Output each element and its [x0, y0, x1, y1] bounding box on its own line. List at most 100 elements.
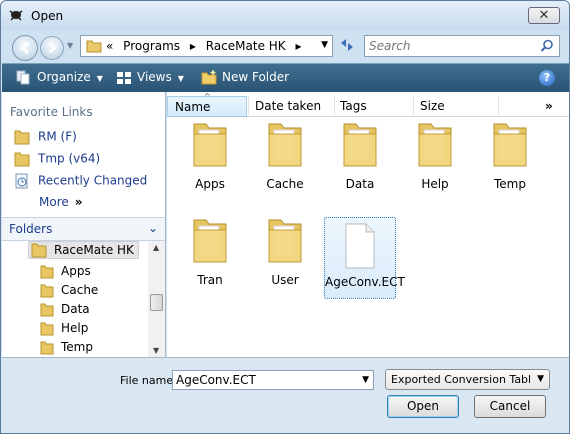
file-list-pane: ^ Name Date taken Tags Size » Apps Cache…: [167, 92, 569, 357]
file-item-user[interactable]: User: [249, 216, 321, 287]
file-item-cache[interactable]: Cache: [249, 120, 321, 191]
file-type-value: Exported Conversion Table (*: [391, 373, 531, 386]
folder-tree-scrollbar[interactable]: ▲ ▼: [148, 241, 165, 357]
file-item-ageconv-ect[interactable]: AgeConv.ECT: [324, 217, 405, 299]
column-header-tags[interactable]: Tags: [340, 99, 367, 113]
tree-item-racemate-hk[interactable]: RaceMate HK: [28, 241, 139, 259]
new-folder-button[interactable]: New Folder: [201, 70, 289, 85]
back-arrow-icon: [19, 41, 29, 55]
organize-label: Organize: [37, 70, 91, 84]
file-item-label: AgeConv.ECT: [325, 275, 405, 289]
forward-arrow-icon: [48, 42, 57, 54]
tree-item-label: Temp: [61, 340, 93, 354]
folder-icon: [268, 123, 302, 167]
folder-tree: RaceMate HK Apps Cache Data Help Temp: [2, 241, 148, 357]
file-type-select[interactable]: Exported Conversion Table (* ▼: [385, 369, 550, 390]
tree-item-data[interactable]: Data: [40, 302, 90, 317]
column-divider[interactable]: [334, 96, 335, 117]
scroll-thumb[interactable]: [150, 294, 163, 311]
file-item-data[interactable]: Data: [324, 120, 396, 191]
open-button[interactable]: Open: [387, 395, 459, 418]
more-columns-icon[interactable]: »: [545, 99, 553, 113]
folder-icon: [493, 123, 527, 167]
breadcrumb-overflow[interactable]: «: [106, 39, 113, 53]
help-button[interactable]: ?: [539, 70, 555, 86]
tree-item-label: Cache: [61, 283, 99, 297]
file-item-label: Data: [345, 177, 375, 191]
tree-item-temp[interactable]: Temp: [40, 340, 93, 355]
tree-item-apps[interactable]: Apps: [40, 264, 91, 279]
scroll-down-icon[interactable]: ▼: [153, 346, 159, 355]
file-name-combobox[interactable]: ▼: [172, 370, 374, 390]
tree-selection: RaceMate HK: [28, 241, 139, 259]
file-item-label: Temp: [494, 177, 526, 191]
tree-item-cache[interactable]: Cache: [40, 283, 98, 298]
more-links-button[interactable]: More »: [39, 195, 83, 209]
close-button[interactable]: ✕: [528, 7, 560, 24]
file-item-apps[interactable]: Apps: [174, 120, 246, 191]
back-button[interactable]: [12, 35, 38, 61]
folder-icon: [193, 123, 227, 167]
favorite-link-recently-changed[interactable]: Recently Changed: [14, 173, 147, 189]
new-folder-icon: [201, 70, 217, 85]
cancel-button[interactable]: Cancel: [474, 395, 546, 418]
column-header-date-taken[interactable]: Date taken: [255, 99, 321, 113]
chevron-down-icon[interactable]: ▼: [362, 375, 369, 385]
folder-icon: [14, 152, 30, 167]
open-label: Open: [406, 399, 440, 413]
tree-item-help[interactable]: Help: [40, 321, 88, 336]
folder-icon: [193, 219, 227, 263]
cancel-label: Cancel: [489, 399, 531, 413]
favorite-links-heading: Favorite Links: [10, 105, 93, 119]
favorite-link-label: Recently Changed: [38, 173, 148, 188]
command-toolbar: Organize ▼ Views ▼ New Folder ?: [2, 63, 569, 92]
views-label: Views: [137, 70, 172, 84]
organize-button[interactable]: Organize ▼: [16, 70, 103, 85]
open-folder-icon: [31, 243, 47, 258]
column-header-size[interactable]: Size: [420, 99, 445, 113]
forward-button[interactable]: [40, 36, 64, 60]
column-divider[interactable]: [498, 96, 499, 117]
tree-item-label: Apps: [61, 264, 91, 278]
more-label: More: [39, 195, 69, 209]
folder-icon: [40, 341, 54, 355]
folders-label: Folders: [9, 222, 53, 236]
file-item-temp[interactable]: Temp: [474, 120, 546, 191]
favorite-link-tmp-v64[interactable]: Tmp (v64): [14, 151, 100, 167]
search-input[interactable]: [369, 39, 534, 53]
search-icon[interactable]: [540, 39, 554, 53]
breadcrumb-separator[interactable]: ▸: [296, 39, 302, 53]
file-item-tran[interactable]: Tran: [174, 216, 246, 287]
double-chevron-icon: »: [74, 195, 83, 209]
breadcrumb-programs[interactable]: Programs: [123, 39, 180, 53]
refresh-button[interactable]: [337, 37, 357, 55]
close-icon: ✕: [538, 8, 550, 23]
folder-icon: [40, 322, 54, 336]
help-icon: ?: [543, 71, 551, 84]
file-item-help[interactable]: Help: [399, 120, 471, 191]
favorite-link-label: RM (F): [38, 129, 77, 144]
recently-changed-icon: [15, 173, 28, 189]
navigation-pane: Favorite Links RM (F) Tmp (v64) Recently…: [2, 92, 166, 357]
organize-icon: [16, 70, 30, 85]
file-item-label: User: [271, 273, 299, 287]
column-header-name[interactable]: ^ Name: [167, 92, 247, 117]
file-item-label: Tran: [197, 273, 223, 287]
folders-toggle[interactable]: Folders ⌄: [2, 217, 165, 241]
address-dropdown-icon[interactable]: ▼: [321, 40, 328, 50]
scroll-up-icon[interactable]: ▲: [153, 243, 159, 252]
tree-item-label: RaceMate HK: [54, 242, 134, 257]
column-divider[interactable]: [413, 96, 414, 117]
favorite-link-rm-f[interactable]: RM (F): [14, 129, 77, 145]
recent-pages-dropdown-icon[interactable]: ▼: [67, 41, 73, 50]
column-divider[interactable]: [248, 96, 249, 117]
column-header-row: ^ Name Date taken Tags Size »: [167, 92, 569, 117]
search-box[interactable]: [364, 35, 560, 57]
views-dropdown-icon: ▼: [177, 74, 184, 83]
breadcrumb-racemate-hk[interactable]: RaceMate HK: [206, 39, 286, 53]
views-button[interactable]: Views ▼: [116, 70, 184, 85]
address-bar[interactable]: « Programs ▸ RaceMate HK ▸ ▼: [80, 35, 333, 57]
breadcrumb-separator[interactable]: ▸: [190, 39, 196, 53]
column-label: Name: [175, 100, 211, 114]
file-name-input[interactable]: [176, 373, 356, 387]
